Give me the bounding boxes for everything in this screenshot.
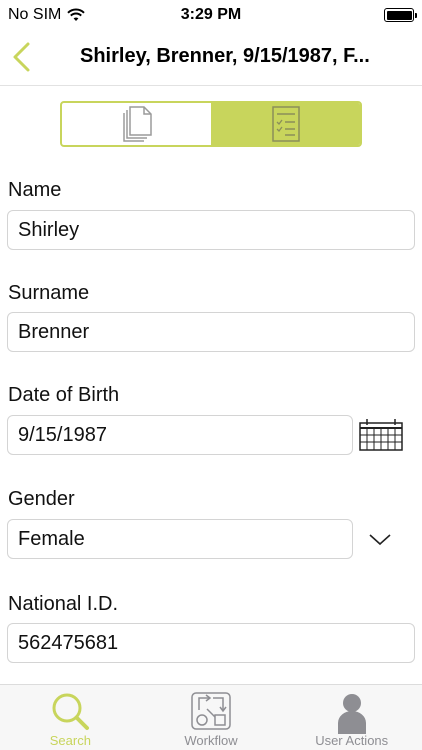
gender-select[interactable]: Female bbox=[7, 519, 353, 559]
tab-search[interactable]: Search bbox=[0, 685, 141, 750]
tab-workflow-label: Workflow bbox=[184, 733, 238, 748]
tab-user-actions-label: User Actions bbox=[315, 733, 389, 748]
tab-workflow[interactable]: Workflow bbox=[141, 685, 282, 750]
gender-label: Gender bbox=[8, 488, 75, 510]
tab-user-actions[interactable]: User Actions bbox=[281, 685, 422, 750]
workflow-icon bbox=[191, 692, 231, 730]
tab-search-label: Search bbox=[49, 733, 91, 748]
documents-icon bbox=[122, 106, 152, 142]
status-time: 3:29 PM bbox=[180, 6, 242, 23]
segment-form[interactable] bbox=[211, 103, 360, 145]
chevron-left-icon bbox=[13, 42, 30, 72]
calendar-button[interactable] bbox=[359, 419, 403, 456]
dob-label: Date of Birth bbox=[8, 384, 120, 406]
search-icon bbox=[52, 693, 90, 730]
page-title: Shirley, Brenner, 9/15/1987, F... bbox=[80, 45, 370, 67]
dob-field[interactable]: 9/15/1987 bbox=[7, 415, 353, 455]
user-icon bbox=[337, 694, 366, 734]
surname-label: Surname bbox=[8, 282, 90, 304]
form-checklist-icon bbox=[271, 106, 300, 142]
segment-documents[interactable] bbox=[62, 103, 211, 145]
battery-icon bbox=[384, 8, 417, 22]
gender-dropdown-button[interactable] bbox=[368, 530, 392, 553]
status-bar: No SIM 3:29 PM bbox=[0, 0, 422, 30]
surname-field[interactable]: Brenner bbox=[7, 312, 415, 352]
view-segmented-control bbox=[60, 101, 362, 147]
nav-bar: Shirley, Brenner, 9/15/1987, F... bbox=[0, 30, 422, 86]
name-label: Name bbox=[8, 179, 62, 201]
tab-bar: Search Workflow User Actions bbox=[0, 684, 422, 750]
national-id-label: National I.D. bbox=[8, 593, 119, 615]
back-button[interactable] bbox=[8, 40, 38, 74]
calendar-icon bbox=[359, 419, 403, 451]
national-id-field[interactable]: 562475681 bbox=[7, 623, 415, 663]
chevron-down-icon bbox=[369, 534, 391, 546]
name-field[interactable]: Shirley bbox=[7, 210, 415, 250]
